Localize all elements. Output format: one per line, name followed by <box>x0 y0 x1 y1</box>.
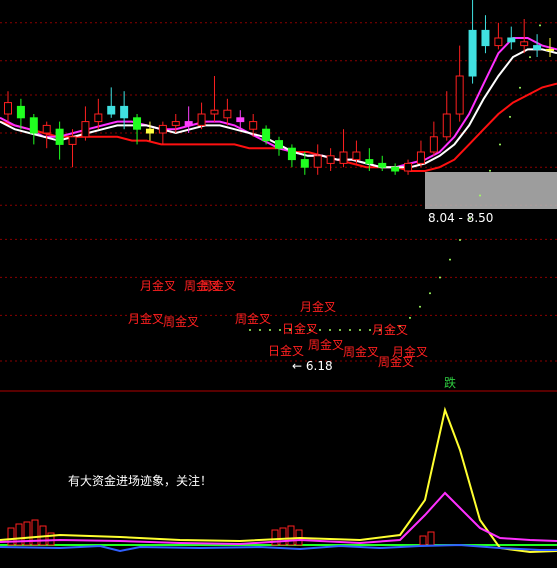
candle-body <box>210 109 219 115</box>
signal-label: 月金叉 <box>372 322 408 337</box>
trend-dot <box>269 329 271 331</box>
candle-body <box>145 128 154 134</box>
range-box-rect <box>425 172 557 209</box>
candle-body <box>468 29 477 77</box>
trend-dot <box>409 316 411 319</box>
signal-label: 日金叉 <box>282 321 318 336</box>
trend-dot <box>459 239 461 242</box>
trend-dot <box>349 329 351 331</box>
candle-body <box>365 159 374 164</box>
candle-body <box>223 109 232 119</box>
trend-dot <box>259 329 261 331</box>
candle-body <box>507 37 516 43</box>
candle-body <box>94 113 103 123</box>
candle-body <box>533 45 542 50</box>
signal-labels: 月金叉 周金叉周金叉月金叉周金叉 周金叉月金叉日金叉周金叉日金叉 周金叉月金叉周金叉月… <box>128 278 428 369</box>
trend-dot <box>329 329 331 331</box>
candle-body <box>391 166 400 172</box>
candle-body <box>68 136 77 145</box>
indicator-bar <box>427 531 435 546</box>
indicator-note: 有大资金进场迹象，关注！ <box>68 473 212 488</box>
signal-label: 周金叉 <box>200 278 236 293</box>
indicator-bar <box>287 525 295 546</box>
signal-label: 日金叉 <box>268 343 304 358</box>
trend-dot <box>509 115 511 118</box>
trend-dot <box>529 56 531 59</box>
trend-dot <box>439 276 441 279</box>
trend-dot <box>319 329 321 331</box>
candle-body <box>287 147 296 161</box>
candlesticks <box>4 0 554 175</box>
candle-body <box>352 151 361 161</box>
trend-dot <box>539 24 541 27</box>
trend-dot <box>369 329 371 331</box>
low-price-marker: ← 6.18 <box>292 359 333 373</box>
stock-chart: 月金叉 周金叉周金叉月金叉周金叉 周金叉月金叉日金叉周金叉日金叉 周金叉月金叉周金叉月… <box>0 0 557 554</box>
range-box-label: 8.04 - 8.50 <box>428 211 493 225</box>
candle-body <box>455 75 464 115</box>
trend-dot <box>449 258 451 261</box>
signal-label: 月金叉 <box>392 344 428 359</box>
trend-dot <box>419 305 421 308</box>
signal-label: 周金叉 <box>163 314 199 329</box>
candle-body <box>249 121 258 130</box>
candle-body <box>184 121 193 126</box>
candle-body <box>133 117 142 130</box>
candle-body <box>42 124 51 134</box>
candle-body <box>4 102 12 115</box>
candle-body <box>442 113 451 138</box>
candle-body <box>107 105 116 115</box>
trend-dot <box>489 169 491 172</box>
signal-label: 月金叉 <box>300 299 336 314</box>
trend-dot <box>249 329 251 331</box>
candle-body <box>300 159 309 168</box>
indicator-top-badge: 跌 <box>444 375 456 390</box>
candle-body <box>120 105 129 119</box>
signal-label: 周金叉 <box>308 337 344 352</box>
candle-body <box>236 117 245 123</box>
candle-body <box>404 162 413 172</box>
indicator-bar <box>419 535 427 546</box>
signal-label: 月金叉 <box>128 311 164 326</box>
candle-body <box>81 121 90 138</box>
candle-body <box>29 117 38 134</box>
candle-body <box>378 162 387 168</box>
trend-dot <box>429 292 431 295</box>
candle-body <box>171 121 180 126</box>
candle-body <box>339 151 348 164</box>
candle-body <box>429 136 438 153</box>
signal-label: 周金叉 <box>343 344 379 359</box>
candle-body <box>313 155 322 168</box>
indicator-bar <box>279 527 287 546</box>
trend-dot <box>479 194 481 197</box>
candle-body <box>494 37 503 47</box>
signal-label: 月金叉 <box>140 278 176 293</box>
candle-body <box>55 128 64 145</box>
trend-dot <box>499 143 501 146</box>
candle-body <box>275 140 283 149</box>
candle-body <box>326 155 335 164</box>
signal-label: 周金叉 <box>235 311 271 326</box>
trend-dot <box>359 329 361 331</box>
candle-body <box>197 113 206 126</box>
candle-body <box>416 151 425 164</box>
candle-body <box>520 41 529 47</box>
candle-body <box>262 128 271 142</box>
candle-body <box>481 29 490 47</box>
candle-body <box>158 124 167 134</box>
candle-body <box>546 48 554 51</box>
candle-body <box>16 105 25 119</box>
trend-dot <box>279 329 281 331</box>
trend-dot <box>519 86 521 89</box>
trend-dot <box>339 329 341 331</box>
price-range-box <box>425 172 557 209</box>
